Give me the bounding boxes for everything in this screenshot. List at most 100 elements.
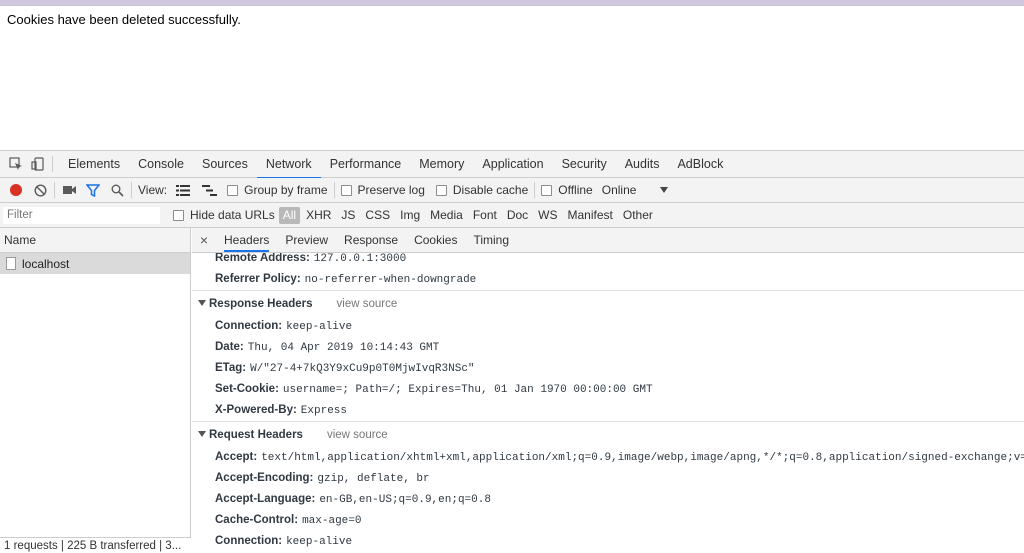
offline-checkbox[interactable]: Offline (541, 183, 593, 197)
separator (333, 182, 335, 198)
response-headers-header-value: keep-alive (286, 321, 353, 333)
separator (52, 156, 53, 172)
response-headers-header-row: Date: Thu, 04 Apr 2019 10:14:43 GMT (192, 337, 1024, 358)
response-headers-header-key: Set-Cookie: (215, 383, 279, 395)
browser-top-border (0, 0, 1024, 6)
response-headers-title: Response Headers (209, 298, 313, 310)
tab-memory[interactable]: Memory (410, 151, 473, 178)
resource-type-filters: All XHR JS CSS Img Media Font Doc WS Manifest Othe… (278, 206, 657, 224)
request-headers-header-value: keep-alive (286, 536, 353, 548)
tab-audits[interactable]: Audits (616, 151, 669, 178)
request-headers-header-value: en-GB,en-US;q=0.9,en;q=0.8 (319, 494, 491, 506)
capture-screenshots-icon[interactable] (61, 182, 77, 198)
network-summary: 1 requests | 225 B transferred | 3... (0, 537, 191, 553)
request-headers-section-header[interactable]: Request Headers view source (192, 421, 1024, 447)
type-filter-all[interactable]: All (278, 206, 301, 224)
tab-security[interactable]: Security (553, 151, 616, 178)
request-detail-pane: Remote Address: 127.0.0.1:3000 Referrer Po… (192, 228, 1024, 553)
headers-content: Remote Address: 127.0.0.1:3000 Referrer Po… (192, 248, 1024, 552)
document-icon (6, 257, 16, 270)
tab-console[interactable]: Console (129, 151, 193, 178)
general-header-row: Referrer Policy: no-referrer-when-downgra… (192, 269, 1024, 290)
response-headers-header-value: Thu, 04 Apr 2019 10:14:43 GMT (247, 342, 440, 354)
response-headers-header-value: username=; Path=/; Expires=Thu, 01 Jan 1… (282, 384, 653, 396)
type-filter-media[interactable]: Media (426, 207, 467, 224)
separator (534, 182, 536, 198)
detail-tab-response[interactable]: Response (336, 228, 406, 253)
request-headers-header-key: Cache-Control: (215, 514, 299, 526)
triangle-down-icon (198, 431, 206, 437)
request-headers-header-key: Connection: (215, 535, 283, 547)
request-list-pane: Name localhost 1 requests | 225 B transf… (0, 228, 191, 553)
request-row-localhost[interactable]: localhost (0, 253, 190, 274)
request-headers-view-source-link[interactable]: view source (327, 429, 388, 441)
inspect-element-icon[interactable] (8, 156, 24, 172)
response-headers-header-value: Express (300, 405, 348, 417)
throttling-select[interactable]: Online (602, 183, 637, 197)
group-by-frame-checkbox[interactable]: Group by frame (227, 183, 328, 197)
type-filter-font[interactable]: Font (469, 207, 501, 224)
request-headers-header-key: Accept: (215, 451, 258, 463)
type-filter-css[interactable]: CSS (361, 207, 394, 224)
request-headers-header-row: Cache-Control: max-age=0 (192, 510, 1024, 531)
tab-performance[interactable]: Performance (321, 151, 411, 178)
detail-tabs-bar: × Headers Preview Response Cookies Timing (192, 228, 1024, 253)
request-headers-header-key: Accept-Encoding: (215, 472, 314, 484)
detail-tab-timing[interactable]: Timing (465, 228, 517, 253)
detail-tab-preview[interactable]: Preview (277, 228, 336, 253)
type-filter-js[interactable]: JS (337, 207, 359, 224)
type-filter-img[interactable]: Img (396, 207, 424, 224)
response-headers-header-row: X-Powered-By: Express (192, 400, 1024, 421)
detail-tab-cookies[interactable]: Cookies (406, 228, 465, 253)
request-headers-header-key: Accept-Language: (215, 493, 316, 505)
devtools-tabs-bar: Elements Console Sources Network Performance… (0, 151, 1024, 179)
hide-data-urls-checkbox[interactable]: Hide data URLs (173, 208, 275, 222)
triangle-down-icon (198, 300, 206, 306)
tab-sources[interactable]: Sources (193, 151, 257, 178)
request-headers-title: Request Headers (209, 429, 303, 441)
chevron-down-icon[interactable] (660, 187, 669, 193)
tab-network[interactable]: Network (256, 151, 321, 179)
detail-tab-list: Headers Preview Response Cookies Timing (216, 228, 517, 253)
record-icon[interactable] (10, 184, 22, 196)
request-headers-header-value: text/html,application/xhtml+xml,applicat… (261, 452, 1024, 464)
preserve-log-checkbox[interactable]: Preserve log (340, 183, 425, 197)
filter-input[interactable] (3, 206, 160, 224)
type-filter-other[interactable]: Other (619, 207, 657, 224)
devtools-panel: Elements Console Sources Network Performance… (0, 150, 1024, 553)
waterfall-icon[interactable] (201, 182, 217, 198)
general-header-key: Remote Address: (215, 252, 310, 264)
response-headers-header-row: Set-Cookie: username=; Path=/; Expires=Th… (192, 379, 1024, 400)
devtools-tab-list: Elements Console Sources Network Performance… (59, 151, 732, 179)
type-filter-xhr[interactable]: XHR (302, 207, 335, 224)
network-filter-bar: Hide data URLs AllXHRJSCSSImgMediaFontDo… (0, 203, 1024, 228)
response-headers-header-value: W/"27-4+7kQ3Y9xCu9p0T0MjwIvqR3NSc" (250, 363, 475, 375)
tab-adblock[interactable]: AdBlock (668, 151, 732, 178)
network-toolbar: View: Group by frame Preserve log Disabl… (0, 178, 1024, 203)
type-filter-manifest[interactable]: Manifest (564, 207, 617, 224)
detail-tab-headers[interactable]: Headers (216, 228, 277, 253)
separator (131, 182, 132, 198)
tab-application[interactable]: Application (473, 151, 552, 178)
large-rows-icon[interactable] (175, 182, 191, 198)
filter-icon[interactable] (85, 182, 101, 198)
separator (54, 182, 55, 198)
search-icon[interactable] (109, 182, 125, 198)
request-headers-header-row: Accept: text/html,application/xhtml+xml,a… (192, 447, 1024, 468)
view-label: View: (138, 183, 168, 197)
disable-cache-checkbox[interactable]: Disable cache (435, 183, 528, 197)
general-header-key: Referrer Policy: (215, 273, 301, 285)
close-icon[interactable]: × (192, 232, 216, 248)
response-headers-header-key: X-Powered-By: (215, 404, 297, 416)
type-filter-doc[interactable]: Doc (503, 207, 532, 224)
response-headers-view-source-link[interactable]: view source (337, 298, 398, 310)
device-toolbar-icon[interactable] (30, 156, 46, 172)
request-headers-header-row: Connection: keep-alive (192, 531, 1024, 552)
tab-elements[interactable]: Elements (59, 151, 129, 178)
response-headers-section-header[interactable]: Response Headers view source (192, 290, 1024, 316)
type-filter-ws[interactable]: WS (534, 207, 561, 224)
name-column-header[interactable]: Name (0, 228, 190, 253)
clear-icon[interactable] (32, 182, 48, 198)
response-headers-header-row: ETag: W/"27-4+7kQ3Y9xCu9p0T0MjwIvqR3NSc" (192, 358, 1024, 379)
response-headers-header-key: Date: (215, 341, 244, 353)
